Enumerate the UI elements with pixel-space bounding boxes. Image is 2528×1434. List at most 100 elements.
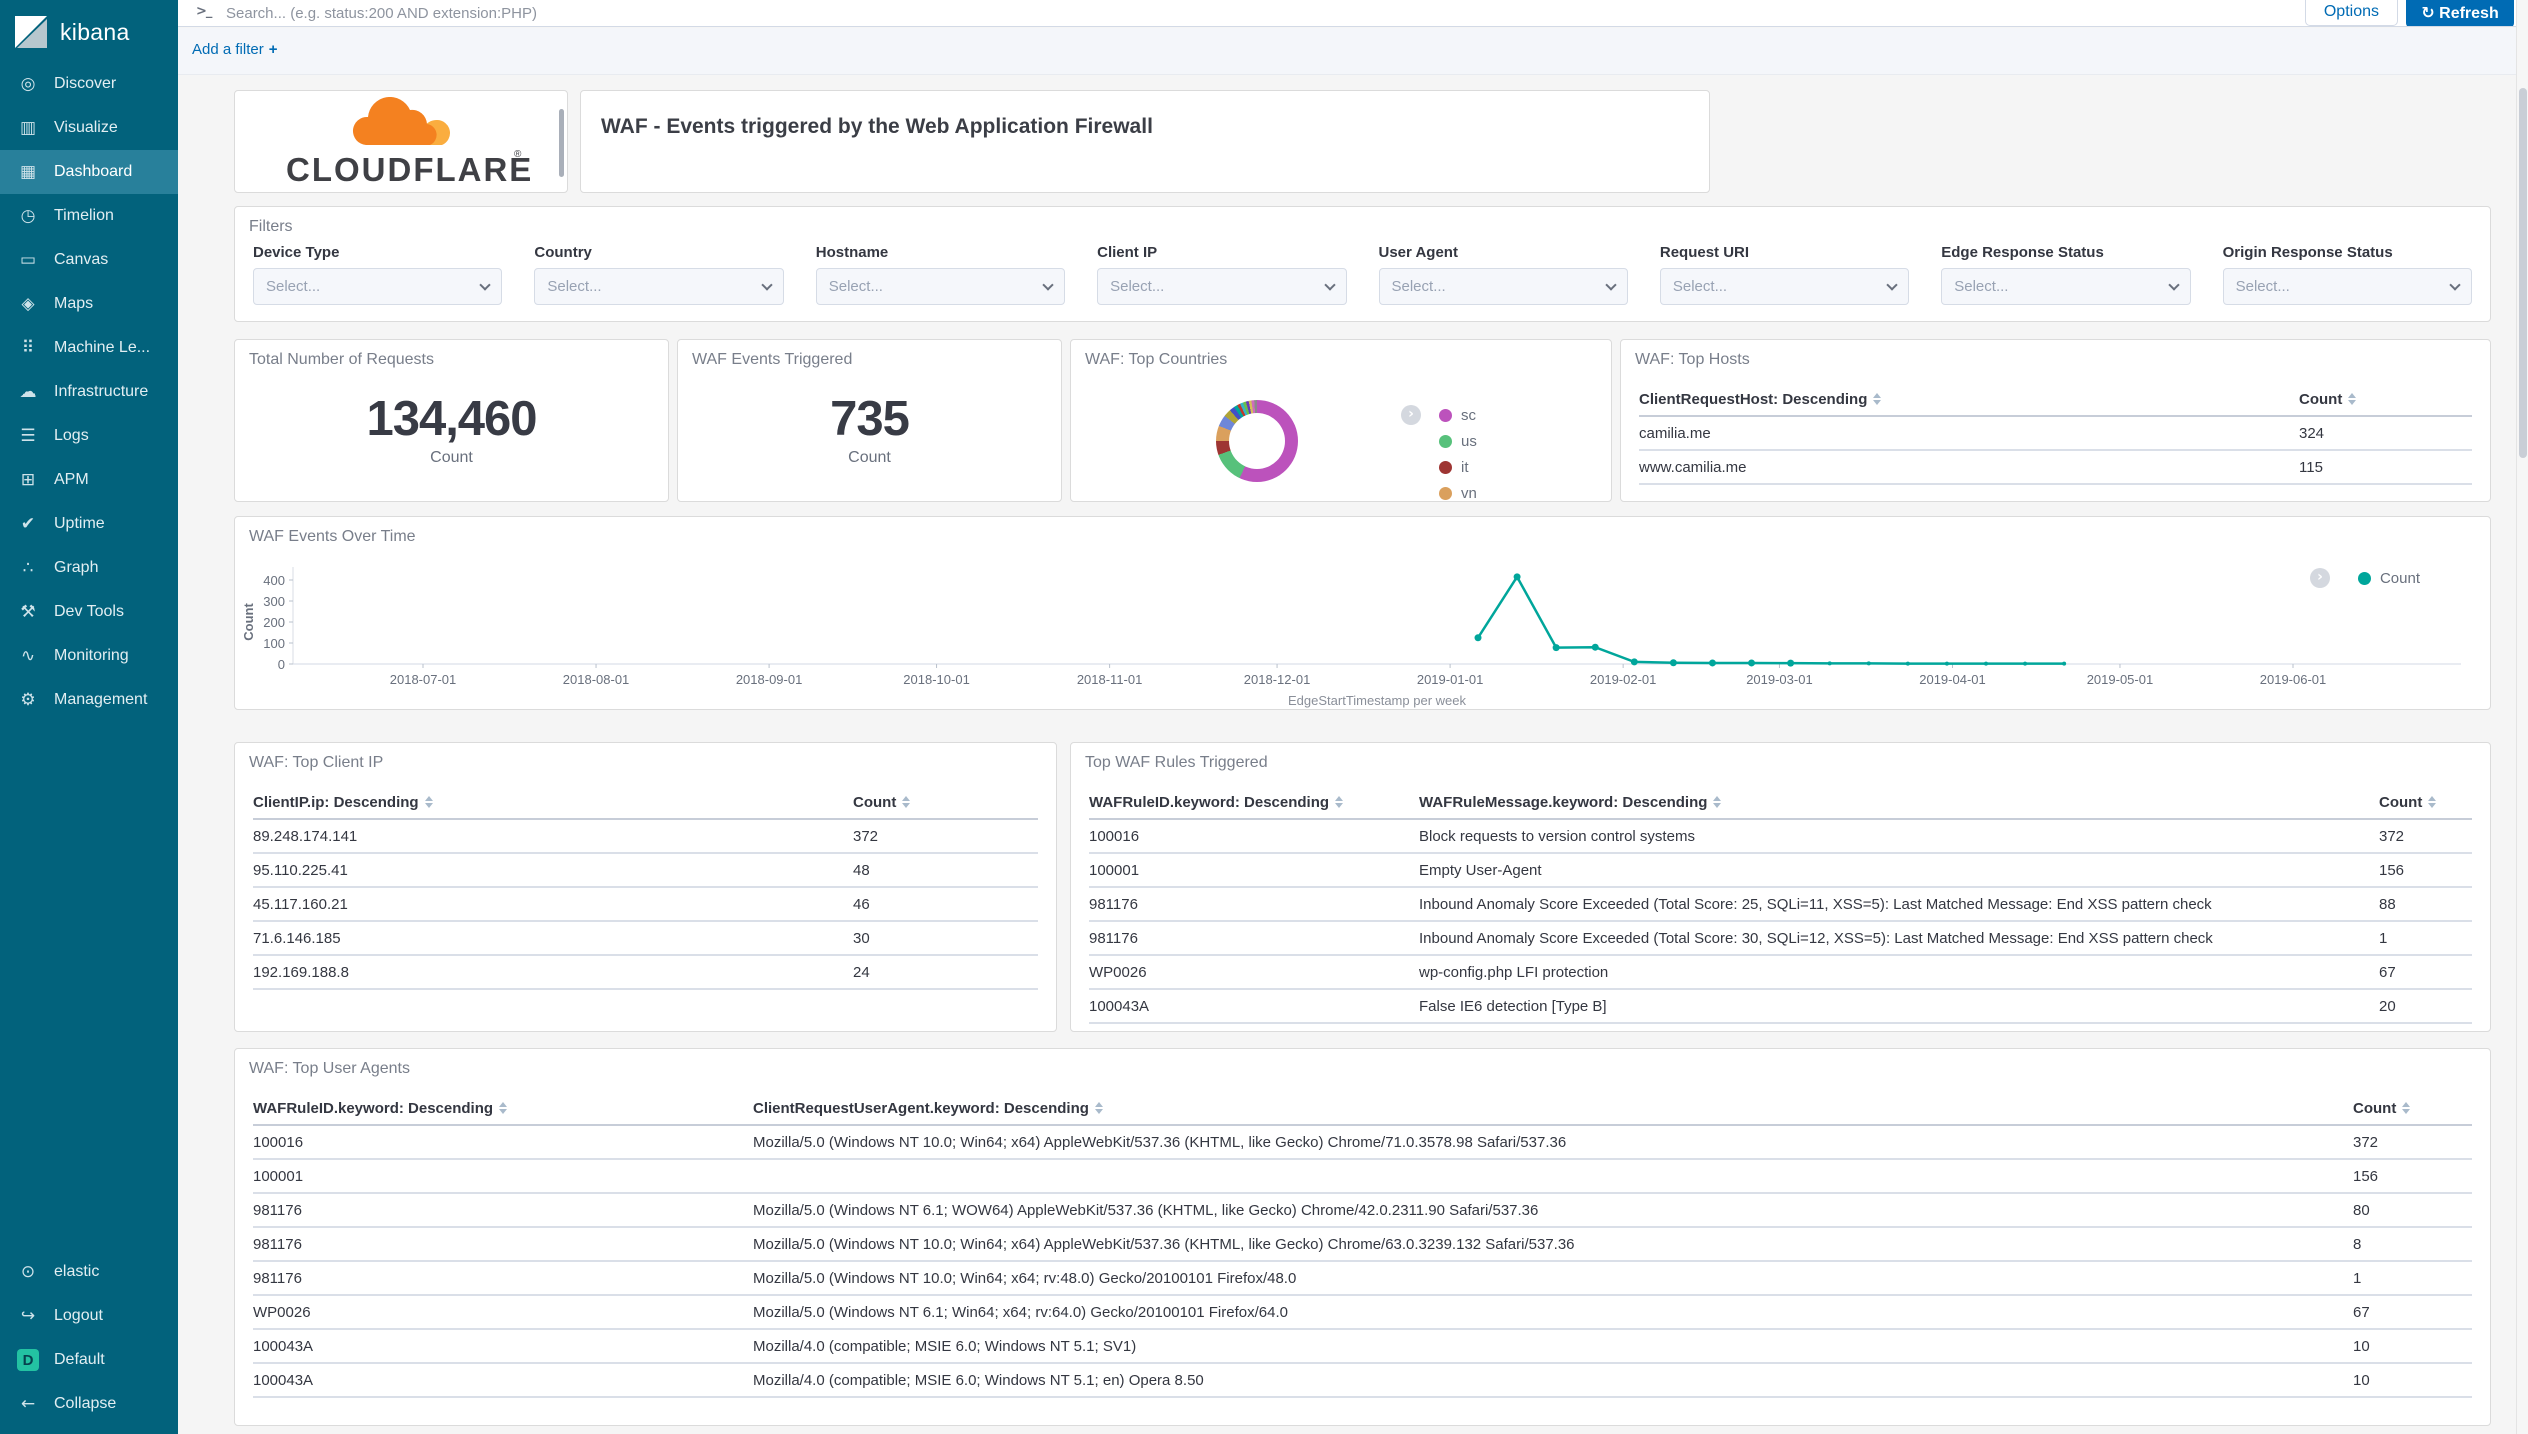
filter-select-client-ip[interactable]: Select... (1097, 268, 1346, 305)
countries-legend: scusit vn (1439, 402, 1477, 502)
table-row[interactable]: 981176Mozilla/5.0 (Windows NT 10.0; Win6… (253, 1262, 2472, 1296)
chevron-down-icon (480, 279, 491, 290)
table-header-row: ClientIP.ip: Descending Count (253, 786, 1038, 820)
filter-label: Request URI (1660, 244, 1909, 261)
sidebar-item-dev-tools[interactable]: ⚒Dev Tools (0, 590, 178, 634)
column-header-clientrequestuseragent-keyword[interactable]: ClientRequestUserAgent.keyword: Descendi… (753, 1100, 2343, 1117)
table-cell: 1 (2353, 1270, 2472, 1287)
sidebar-item-discover[interactable]: ◎Discover (0, 62, 178, 106)
table-row[interactable]: 71.6.146.18530 (253, 922, 1038, 956)
table-row[interactable]: 100001156 (253, 1160, 2472, 1194)
table-row[interactable]: camilia.me324 (1639, 417, 2472, 451)
sidebar-item-timelion[interactable]: ◷Timelion (0, 194, 178, 238)
table-row[interactable]: 981176Inbound Anomaly Score Exceeded (To… (1089, 888, 2472, 922)
column-header-count[interactable]: Count (2379, 794, 2462, 811)
table-row[interactable]: WP0026Mozilla/5.0 (Windows NT 6.1; Win64… (253, 1296, 2472, 1330)
table-cell: Mozilla/5.0 (Windows NT 10.0; Win64; x64… (753, 1236, 2353, 1253)
column-header-wafruleid-keyword[interactable]: WAFRuleID.keyword: Descending (1089, 794, 1409, 811)
sidebar-item-visualize[interactable]: ▥Visualize (0, 106, 178, 150)
options-button[interactable]: Options (2305, 0, 2398, 26)
sidebar-item-elastic[interactable]: ⊙elastic (0, 1250, 178, 1294)
table-row[interactable]: 95.110.225.4148 (253, 854, 1038, 888)
kibana-logo-icon (14, 15, 48, 49)
column-header-clientip-ip[interactable]: ClientIP.ip: Descending (253, 794, 843, 811)
table-row[interactable]: 100016Mozilla/5.0 (Windows NT 10.0; Win6… (253, 1126, 2472, 1160)
column-header-clientrequesthost[interactable]: ClientRequestHost: Descending (1639, 391, 2289, 408)
column-header-count[interactable]: Count (853, 794, 1028, 811)
search-input[interactable] (226, 0, 1926, 26)
table-cell: 100043A (253, 1338, 753, 1355)
legend-label: vn (1461, 485, 1477, 502)
sidebar-item-label: Management (54, 691, 147, 709)
sidebar-item-apm[interactable]: ⊞APM (0, 458, 178, 502)
column-header-label: WAFRuleID.keyword: Descending (1089, 794, 1329, 811)
table-cell: 100043A (253, 1372, 753, 1389)
sidebar-item-graph[interactable]: ∴Graph (0, 546, 178, 590)
legend-item-sc[interactable]: sc (1439, 402, 1477, 428)
table-cell: 71.6.146.185 (253, 930, 853, 947)
filter-select-request-uri[interactable]: Select... (1660, 268, 1909, 305)
sidebar-item-dashboard[interactable]: ▦Dashboard (0, 150, 178, 194)
table-row[interactable]: 981176Inbound Anomaly Score Exceeded (To… (1089, 922, 2472, 956)
svg-text:400: 400 (263, 573, 285, 588)
sidebar-item-logout[interactable]: ↪Logout (0, 1294, 178, 1338)
column-header-wafruleid-keyword[interactable]: WAFRuleID.keyword: Descending (253, 1100, 743, 1117)
table-row[interactable]: 89.248.174.141372 (253, 820, 1038, 854)
scrollbar-thumb[interactable] (2519, 88, 2527, 458)
table-row[interactable]: 100043AMozilla/4.0 (compatible; MSIE 6.0… (253, 1330, 2472, 1364)
sidebar-item-management[interactable]: ⚙Management (0, 678, 178, 722)
filter-select-device-type[interactable]: Select... (253, 268, 502, 305)
timelion-icon: ◷ (17, 206, 39, 226)
sidebar-item-default[interactable]: DDefault (0, 1338, 178, 1382)
sidebar-item-canvas[interactable]: ▭Canvas (0, 238, 178, 282)
sort-icon (2348, 393, 2356, 405)
sidebar-item-uptime[interactable]: ✔Uptime (0, 502, 178, 546)
table-row[interactable]: 192.169.188.824 (253, 956, 1038, 990)
panel-scrollbar[interactable] (559, 109, 564, 177)
column-header-count[interactable]: Count (2353, 1100, 2462, 1117)
legend-item-Count[interactable]: Count (2358, 565, 2420, 591)
column-header-count[interactable]: Count (2299, 391, 2462, 408)
refresh-button[interactable]: ↻ Refresh (2406, 0, 2514, 27)
legend-collapse-chevron-icon[interactable]: › (2310, 568, 2330, 588)
filter-select-country[interactable]: Select... (534, 268, 783, 305)
add-filter-link[interactable]: Add a filter+ (192, 41, 277, 58)
table-cell: 981176 (253, 1236, 753, 1253)
filters-panel-title: Filters (235, 207, 2490, 236)
filter-label: User Agent (1379, 244, 1628, 261)
table-row[interactable]: 45.117.160.2146 (253, 888, 1038, 922)
column-header-label: ClientRequestUserAgent.keyword: Descendi… (753, 1100, 1089, 1117)
table-row[interactable]: 981176Mozilla/5.0 (Windows NT 10.0; Win6… (253, 1228, 2472, 1262)
kibana-logo[interactable]: kibana (0, 0, 178, 62)
filter-select-hostname[interactable]: Select... (816, 268, 1065, 305)
table-cell: 10 (2353, 1372, 2472, 1389)
sidebar-item-logs[interactable]: ☰Logs (0, 414, 178, 458)
filters-panel: Filters Device TypeSelect...CountrySelec… (234, 206, 2491, 322)
filter-select-edge-response-status[interactable]: Select... (1941, 268, 2190, 305)
sidebar-item-maps[interactable]: ◈Maps (0, 282, 178, 326)
logs-icon: ☰ (17, 426, 39, 446)
table-row[interactable]: 100043AMozilla/4.0 (compatible; MSIE 6.0… (253, 1364, 2472, 1398)
legend-item-it[interactable]: it (1439, 454, 1477, 480)
legend-item-us[interactable]: us (1439, 428, 1477, 454)
legend-item-vn[interactable]: vn (1439, 480, 1477, 502)
filter-select-origin-response-status[interactable]: Select... (2223, 268, 2472, 305)
filter-group-edge-response-status: Edge Response StatusSelect... (1941, 244, 2190, 305)
table-row[interactable]: 100001Empty User-Agent156 (1089, 854, 2472, 888)
sidebar-item-collapse[interactable]: ←Collapse (0, 1382, 178, 1426)
column-header-wafrulemessage-keyword[interactable]: WAFRuleMessage.keyword: Descending (1419, 794, 2369, 811)
table-row[interactable]: 100016Block requests to version control … (1089, 820, 2472, 854)
filter-group-client-ip: Client IPSelect... (1097, 244, 1346, 305)
sidebar-item-infrastructure[interactable]: ☁Infrastructure (0, 370, 178, 414)
filter-select-user-agent[interactable]: Select... (1379, 268, 1628, 305)
page-scrollbar[interactable] (2516, 0, 2528, 1434)
table-row[interactable]: WP0026wp-config.php LFI protection67 (1089, 956, 2472, 990)
sidebar-item-monitoring[interactable]: ∿Monitoring (0, 634, 178, 678)
table-row[interactable]: 100043AFalse IE6 detection [Type B]20 (1089, 990, 2472, 1024)
sidebar-item-machine-le[interactable]: ⠿Machine Le... (0, 326, 178, 370)
table-row[interactable]: www.camilia.me115 (1639, 451, 2472, 485)
legend-collapse-chevron-icon[interactable]: › (1401, 405, 1421, 425)
table-row[interactable]: 981176Mozilla/5.0 (Windows NT 6.1; WOW64… (253, 1194, 2472, 1228)
countries-donut-chart[interactable] (1216, 400, 1298, 482)
column-header-label: Count (2353, 1100, 2396, 1117)
